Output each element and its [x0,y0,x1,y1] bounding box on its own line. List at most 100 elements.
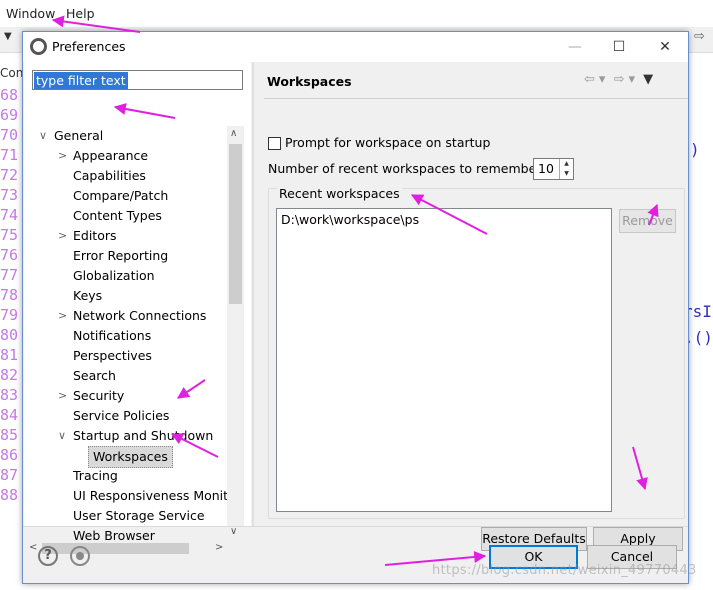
scroll-down-icon[interactable]: ∨ [230,526,237,537]
menu-window[interactable]: Window [6,6,55,21]
page-nav: ⇦ ▾ ⇨ ▾ ▼ [584,72,657,87]
eclipse-gear-icon [30,38,47,55]
line-number: 71 [0,146,19,164]
forward-icon[interactable]: ⇨ [614,72,625,87]
tree-item[interactable]: User Storage Service [24,506,227,526]
tree-item-label: Notifications [73,328,152,343]
close-button[interactable]: ✕ [653,36,677,58]
tree-item-label: Workspaces [88,446,173,468]
tree-item-label: Search [73,368,116,383]
tree-item[interactable]: Error Reporting [24,246,227,266]
tree-item[interactable]: Perspectives [24,346,227,366]
chevron-down-icon[interactable]: ∨ [58,426,70,446]
tree-item-label: Startup and Shutdown [73,428,214,443]
recent-workspaces-list[interactable]: D:\work\workspace\ps [276,208,612,512]
tree-item-label: Globalization [73,268,155,283]
dialog-title: Preferences [52,39,126,54]
line-number: 75 [0,226,19,244]
tree-item[interactable]: > Network Connections [24,306,227,326]
scroll-left-icon[interactable]: < [29,542,37,553]
tree-item[interactable]: > Security [24,386,227,406]
scroll-right-icon[interactable]: > [215,542,223,553]
chevron-right-icon[interactable]: > [58,386,70,406]
watermark: https://blog.csdn.net/weixin_49770443 [432,563,697,578]
spinner-buttons: ▲ ▼ [559,159,573,179]
line-number: 80 [0,326,19,344]
tree-item[interactable]: ∨ Startup and Shutdown [24,426,227,446]
remove-button[interactable]: Remove [619,209,676,233]
prompt-workspace-label: Prompt for workspace on startup [285,135,491,150]
scroll-up-icon[interactable]: ∧ [230,128,237,139]
button-bar-divider [23,526,688,527]
line-number: 88 [0,486,19,504]
toolbar-dropdown-icon[interactable]: ▼ [4,31,12,42]
spin-down-icon[interactable]: ▼ [560,169,573,179]
maximize-button[interactable]: ☐ [607,36,631,58]
line-number: 82 [0,366,19,384]
tree-item[interactable]: Notifications [24,326,227,346]
recent-count-value[interactable]: 10 [538,161,554,176]
tree-item-label: Security [73,388,125,403]
recent-workspaces-label: Recent workspaces [277,186,402,201]
import-export-icon[interactable] [70,546,90,566]
prompt-workspace-checkbox[interactable] [268,137,281,150]
tree-item-label: General [54,128,104,143]
line-number: 73 [0,186,19,204]
line-number-gutter: 68 69 70 71 72 73 74 75 76 77 78 79 80 81 82 83 84 85 86 87… [0,86,22,506]
line-number: 78 [0,286,19,304]
tree-item[interactable]: > Appearance [24,146,227,166]
view-menu-icon[interactable]: ▼ [643,72,653,87]
chevron-down-icon[interactable]: ▾ [628,72,635,87]
back-icon[interactable]: ⇦ [584,72,595,87]
chevron-right-icon[interactable]: > [58,306,70,326]
title-divider [264,98,688,99]
line-number: 83 [0,386,19,404]
tree-item-label: Editors [73,228,117,243]
tree-item-label: Appearance [73,148,149,163]
line-number: 72 [0,166,19,184]
forward-nav-icon[interactable]: ⇨ [694,29,705,44]
tree-item[interactable]: Service Policies [24,406,227,426]
tree-item-label: Capabilities [73,168,146,183]
tree-item[interactable]: Compare/Patch [24,186,227,206]
tree-item[interactable]: Tracing [24,466,227,486]
scroll-thumb[interactable] [229,144,242,304]
chevron-right-icon[interactable]: > [58,226,70,246]
list-item[interactable]: D:\work\workspace\ps [281,212,419,227]
tree-item[interactable]: > Editors [24,226,227,246]
tree-item[interactable]: ∨ General [24,126,227,146]
tree-item[interactable]: Globalization [24,266,227,286]
tree-item[interactable]: Workspaces [24,446,227,468]
recent-count-spinner[interactable]: 10 ▲ ▼ [533,158,574,180]
scroll-thumb[interactable] [42,543,189,554]
filter-input[interactable]: type filter text [32,70,243,90]
line-number: 68 [0,86,19,104]
preferences-dialog: Preferences — ☐ ✕ type filter text ∨ Gene… [22,31,689,584]
tree-item-label: User Storage Service [73,508,205,523]
page-title: Workspaces [267,74,352,89]
tree-item[interactable]: Capabilities [24,166,227,186]
line-number: 87 [0,466,19,484]
chevron-down-icon[interactable]: ∨ [39,126,51,146]
line-number: 77 [0,266,19,284]
tree-item-label: Compare/Patch [73,188,169,203]
spin-up-icon[interactable]: ▲ [560,159,573,169]
menu-help[interactable]: Help [66,6,95,21]
chevron-down-icon[interactable]: ▾ [599,72,606,87]
code-fragment: ) [690,140,700,159]
chevron-right-icon[interactable]: > [58,146,70,166]
tree-item-label: Keys [73,288,103,303]
minimize-button[interactable]: — [563,36,587,58]
tree-item-label: Service Policies [73,408,170,423]
tree-item[interactable]: Keys [24,286,227,306]
tree-item[interactable]: Search [24,366,227,386]
help-icon[interactable]: ? [38,546,58,566]
line-number: 81 [0,346,19,364]
line-number: 86 [0,446,19,464]
tree-item[interactable]: Content Types [24,206,227,226]
tree-item-label: Error Reporting [73,248,169,263]
menubar: Window Help [0,0,713,27]
tree-item[interactable]: UI Responsiveness Monito [24,486,236,506]
tree-item-label: Perspectives [73,348,152,363]
tree-vertical-scrollbar[interactable]: ∧ ∨ [227,126,244,541]
